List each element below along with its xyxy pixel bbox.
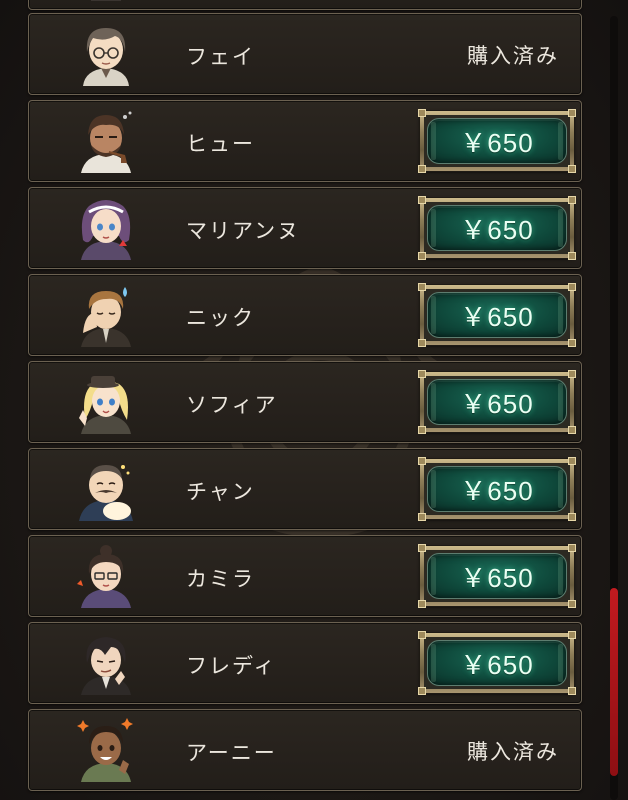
buy-button[interactable]: ￥650 xyxy=(418,196,576,260)
character-list: フェイ 購入済み ヒュー ￥650 マリアンヌ ￥650 ニック ￥650 ソフ… xyxy=(28,0,582,800)
character-name: マリアンヌ xyxy=(186,219,301,243)
buy-button[interactable]: ￥650 xyxy=(418,283,576,347)
character-name: カミラ xyxy=(186,567,255,591)
price-label: ￥650 xyxy=(460,475,534,506)
price-label: ￥650 xyxy=(460,388,534,419)
freddie-avatar-icon xyxy=(81,637,131,695)
character-name: ヒュー xyxy=(186,132,255,156)
price-label: ￥650 xyxy=(460,562,534,593)
character-name: フレディ xyxy=(186,654,277,678)
list-item-marianne[interactable]: マリアンヌ ￥650 xyxy=(28,187,582,269)
price-label: ￥650 xyxy=(460,301,534,332)
hugh-avatar-icon xyxy=(81,111,132,173)
list-item-freddie[interactable]: フレディ ￥650 xyxy=(28,622,582,704)
character-name: チャン xyxy=(186,480,255,504)
buy-button[interactable]: ￥650 xyxy=(418,457,576,521)
buy-button[interactable]: ￥650 xyxy=(418,631,576,695)
scrollbar-track[interactable] xyxy=(610,16,618,800)
sofia-avatar-icon xyxy=(79,376,131,434)
purchased-label: 購入済み xyxy=(467,740,559,764)
list-item-camilla[interactable]: カミラ ￥650 xyxy=(28,535,582,617)
purchased-label: 購入済み xyxy=(467,44,559,68)
scrollbar-thumb[interactable] xyxy=(610,588,618,776)
list-item-hugh[interactable]: ヒュー ￥650 xyxy=(28,100,582,182)
marianne-avatar-icon xyxy=(81,200,131,260)
price-label: ￥650 xyxy=(460,649,534,680)
character-avatar-icon xyxy=(91,0,121,1)
list-item-ernie[interactable]: アーニー 購入済み xyxy=(28,709,582,791)
buy-button[interactable]: ￥650 xyxy=(418,370,576,434)
price-label: ￥650 xyxy=(460,214,534,245)
list-item-sofia[interactable]: ソフィア ￥650 xyxy=(28,361,582,443)
fei-avatar-icon xyxy=(83,28,129,86)
chan-avatar-icon xyxy=(79,465,133,521)
price-label: ￥650 xyxy=(460,127,534,158)
character-name: フェイ xyxy=(186,45,255,69)
character-name: ニック xyxy=(186,306,255,330)
character-name: アーニー xyxy=(186,741,277,765)
character-name: ソフィア xyxy=(186,393,278,417)
nick-avatar-icon xyxy=(81,287,131,347)
list-item-fei[interactable]: フェイ 購入済み xyxy=(28,13,582,95)
camilla-avatar-icon xyxy=(77,545,131,608)
list-item-chan[interactable]: チャン ￥650 xyxy=(28,448,582,530)
ernie-avatar-icon xyxy=(77,718,133,782)
list-item[interactable] xyxy=(28,0,582,10)
buy-button[interactable]: ￥650 xyxy=(418,109,576,173)
list-item-nick[interactable]: ニック ￥650 xyxy=(28,274,582,356)
buy-button[interactable]: ￥650 xyxy=(418,544,576,608)
